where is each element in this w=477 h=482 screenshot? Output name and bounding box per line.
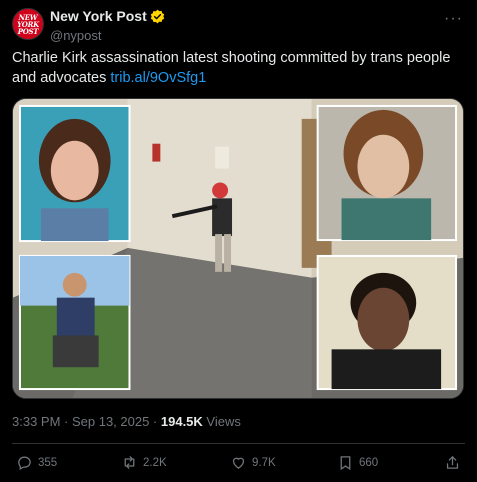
like-button[interactable]: 9.7K — [230, 454, 276, 471]
avatar-text-line-3: POST — [17, 26, 39, 36]
handle[interactable]: @nypost — [50, 28, 165, 43]
verified-badge-icon — [150, 9, 164, 23]
share-icon — [446, 456, 459, 469]
share-button[interactable] — [444, 454, 461, 471]
reply-icon — [18, 456, 31, 470]
display-name-row[interactable]: New York Post — [50, 8, 165, 24]
repost-button[interactable]: 2.2K — [121, 454, 167, 471]
timestamp[interactable]: 3:33 PM · Sep 13, 2025 · — [12, 414, 161, 429]
bookmark-button[interactable]: 660 — [337, 454, 378, 471]
repost-icon — [124, 456, 135, 469]
views-count: 194.5K — [160, 414, 203, 429]
heart-icon — [232, 457, 245, 469]
bookmark-count: 660 — [359, 456, 379, 469]
author-info: New York Post @nypost — [50, 8, 165, 43]
repost-count: 2.2K — [143, 456, 167, 469]
bookmark-icon — [340, 456, 351, 471]
tweet-media[interactable] — [12, 98, 464, 399]
reply-button[interactable]: 355 — [16, 454, 57, 471]
action-bar: 355 2.2K 9.7K 660 — [12, 450, 465, 476]
views-label: Views — [202, 414, 241, 429]
divider — [12, 443, 465, 444]
tweet-metadata: 3:33 PM · Sep 13, 2025 · 194.5K Views — [12, 414, 241, 429]
like-count: 9.7K — [252, 456, 276, 469]
photo-collage-image[interactable] — [13, 99, 463, 398]
tweet-body: Charlie Kirk assassination latest shooti… — [12, 50, 451, 86]
reply-count: 355 — [38, 456, 58, 469]
tweet-link[interactable]: trib.al/9OvSfg1 — [110, 70, 206, 86]
display-name[interactable]: New York Post — [50, 8, 147, 24]
avatar[interactable]: NEW YORK POST — [12, 8, 44, 40]
tweet-header: NEW YORK POST New York Post @nypost ··· — [12, 8, 465, 44]
tweet-text: Charlie Kirk assassination latest shooti… — [12, 48, 467, 88]
more-options-icon[interactable]: ··· — [444, 10, 463, 28]
